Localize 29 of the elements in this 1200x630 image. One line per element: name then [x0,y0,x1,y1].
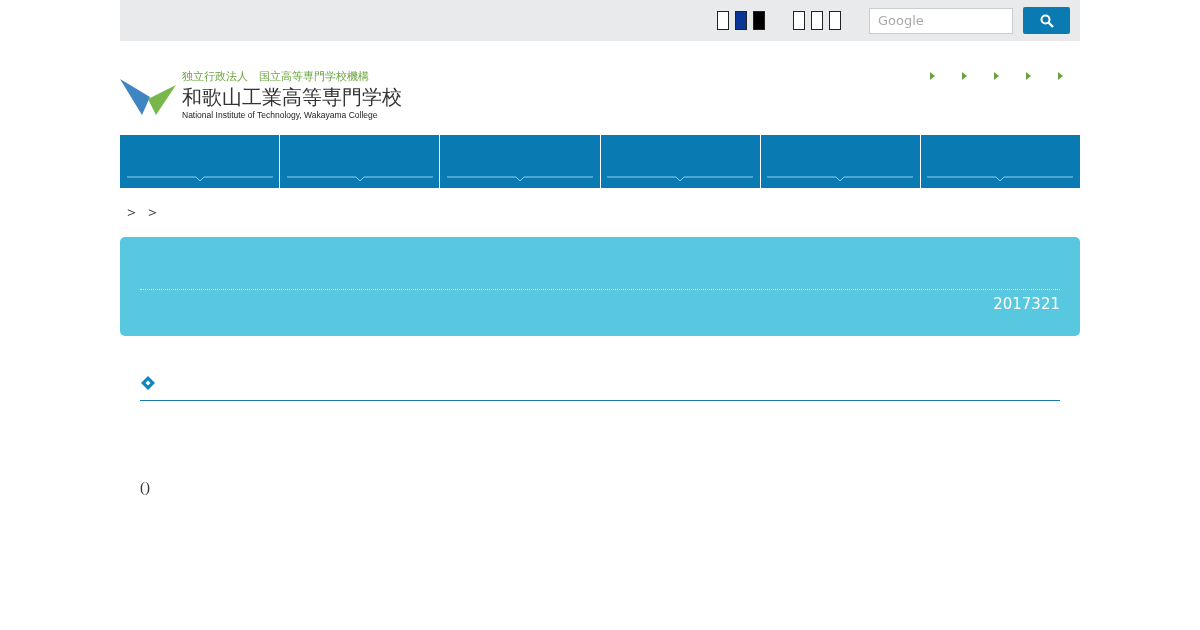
chevron-line-icon [927,175,1074,183]
triangle-icon[interactable] [930,72,935,80]
color-swatch-button[interactable] [753,11,765,30]
date-text: 2017321 [993,295,1060,313]
body-text: () [140,479,151,496]
chevron-line-icon [767,175,914,183]
chevron-line-icon [286,175,433,183]
breadcrumb-separator: ＞ [145,203,160,222]
triangle-icon[interactable] [994,72,999,80]
triangle-icon[interactable] [1026,72,1031,80]
school-name-english: National Institute of Technology, Wakayama College [182,110,379,120]
school-name: 和歌山工業高等専門学校 [182,84,402,110]
chevron-line-icon [607,175,754,183]
triangle-icon[interactable] [1058,72,1063,80]
triangle-icon[interactable] [962,72,967,80]
org-name: 独立行政法人 国立高等専門学校機構 [182,69,370,84]
search-field[interactable]: Google [869,7,1013,34]
chevron-line-icon [446,175,593,183]
text-size-button[interactable] [793,11,805,30]
search-icon [1039,13,1054,28]
chevron-line-icon [126,175,273,183]
text-size-button[interactable] [811,11,823,30]
color-swatch-button[interactable] [735,11,747,30]
logo-icon [120,77,176,117]
text-size-button[interactable] [829,11,841,30]
search-button[interactable] [1023,7,1070,34]
color-swatch-button[interactable] [717,11,729,30]
diamond-icon [140,375,156,391]
breadcrumb-separator: ＞ [124,203,139,222]
